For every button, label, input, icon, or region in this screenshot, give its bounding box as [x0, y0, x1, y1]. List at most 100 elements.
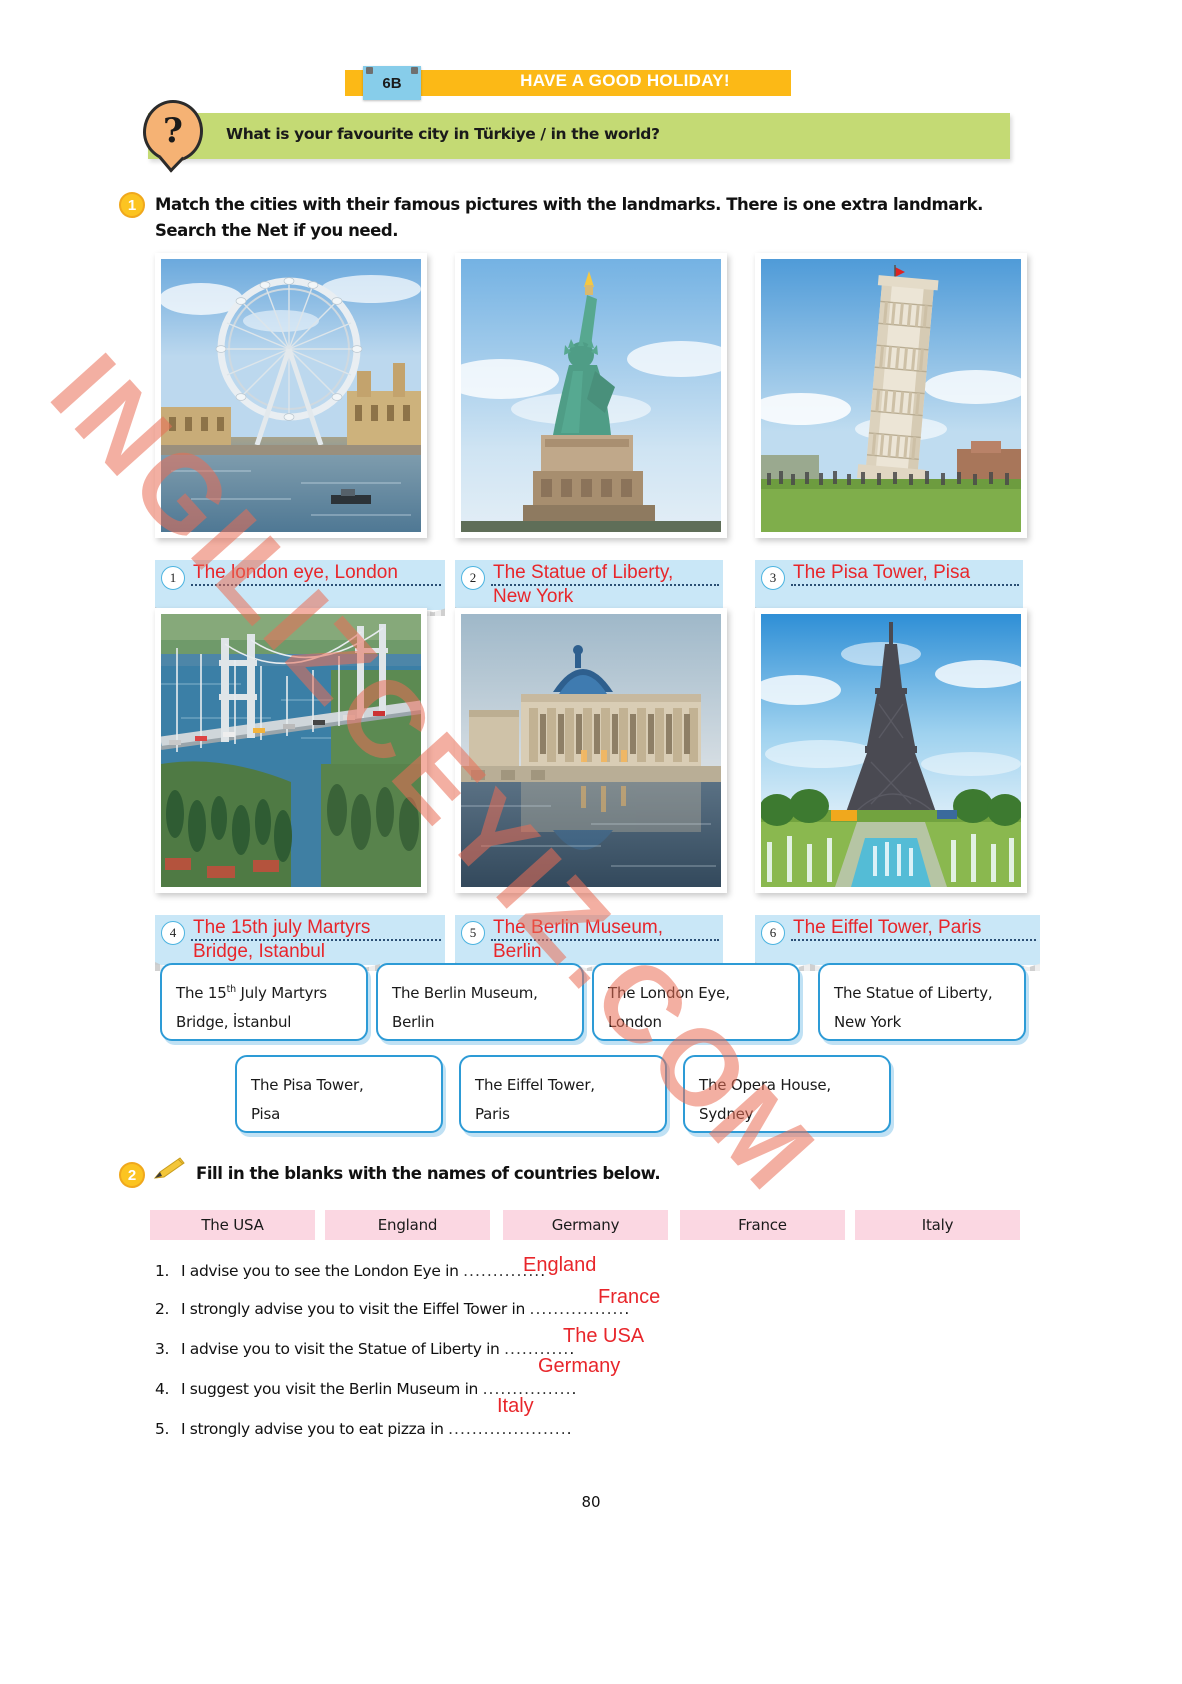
word-bank-line-1: The Berlin Museum,: [392, 984, 538, 1002]
handwritten-answer-4: Germany: [538, 1355, 621, 1377]
answer-number-2: 2: [461, 566, 485, 590]
country-chip-1[interactable]: The USA: [150, 1210, 315, 1240]
exercise-1-instruction-line2: Search the Net if you need.: [155, 220, 399, 240]
answer-strip-3[interactable]: 3 The Pisa Tower, Pisa: [755, 560, 1023, 616]
sentence-text-5: I strongly advise you to eat pizza in: [181, 1420, 444, 1438]
answer-text-2: The Statue of Liberty,: [493, 562, 674, 583]
workbook-page: 6B HAVE A GOOD HOLIDAY! What is your fav…: [0, 0, 1182, 1684]
answer-text-5b: Berlin: [493, 941, 542, 962]
word-bank-line-2: Sydney: [699, 1105, 754, 1124]
fill-blank-sentence-3: 3. I advise you to visit the Statue of Li…: [155, 1340, 574, 1358]
fill-blank-sentence-2: 2. I strongly advise you to visit the Eif…: [155, 1300, 629, 1318]
fill-blank-sentence-1: 1. I advise you to see the London Eye in …: [155, 1262, 545, 1280]
sentence-text-4: I suggest you visit the Berlin Museum in: [181, 1380, 479, 1398]
statue-of-liberty-photo: [461, 259, 721, 532]
answer-number-6: 6: [761, 921, 785, 945]
ordinal-suffix: th: [226, 984, 237, 995]
unit-header: 6B HAVE A GOOD HOLIDAY!: [345, 66, 791, 100]
answer-text-2b: New York: [493, 586, 574, 607]
answer-text-4: The 15th july Martyrs: [193, 917, 371, 938]
exercise-2-number: 2: [119, 1162, 145, 1188]
word-bank-line-1: The Statue of Liberty,: [834, 984, 993, 1002]
word-bank-line-2: Berlin: [392, 1013, 435, 1032]
exercise-1-number: 1: [119, 192, 145, 218]
word-bank-line-2: Paris: [475, 1105, 510, 1124]
sentence-index-3: 3.: [155, 1340, 170, 1358]
answer-number-4: 4: [161, 921, 185, 945]
photo-card-3: [755, 253, 1027, 538]
sentence-index-4: 4.: [155, 1380, 170, 1398]
word-bank-line-1: The Eiffel Tower,: [475, 1076, 595, 1094]
photo-card-6: [755, 608, 1027, 893]
word-bank-box-2[interactable]: The Berlin Museum, Berlin: [376, 963, 584, 1041]
word-bank-box-6[interactable]: The Eiffel Tower, Paris: [459, 1055, 667, 1133]
photo-card-5: [455, 608, 727, 893]
word-bank-box-3[interactable]: The London Eye, London: [592, 963, 800, 1041]
word-bank-box-1[interactable]: The 15th July Martyrs Bridge, İstanbul: [160, 963, 368, 1041]
exercise-2-instruction: Fill in the blanks with the names of cou…: [196, 1164, 661, 1183]
question-mark-icon: ?: [143, 100, 203, 162]
sentence-text-3: I advise you to visit the Statue of Libe…: [181, 1340, 500, 1358]
word-bank-line-1: The London Eye,: [608, 984, 730, 1002]
country-chip-2[interactable]: England: [325, 1210, 490, 1240]
word-bank-line-2: Bridge, İstanbul: [176, 1013, 292, 1032]
answer-strip-4[interactable]: 4 The 15th july Martyrs Bridge, Istanbul: [155, 915, 445, 971]
sentence-text-1: I advise you to see the London Eye in: [181, 1262, 459, 1280]
handwritten-answer-1: England: [523, 1254, 597, 1276]
sentence-index-1: 1.: [155, 1262, 170, 1280]
unit-code-label: 6B: [382, 74, 402, 92]
answer-strip-1[interactable]: 1 The london eye, London: [155, 560, 445, 616]
fill-blank-sentence-5: 5. I strongly advise you to eat pizza in …: [155, 1420, 572, 1438]
unit-title: HAVE A GOOD HOLIDAY!: [520, 71, 730, 90]
word-bank-line-2: Pisa: [251, 1105, 281, 1124]
answer-text-6: The Eiffel Tower, Paris: [793, 917, 982, 938]
country-chip-3[interactable]: Germany: [503, 1210, 668, 1240]
word-bank-text: The 15: [176, 984, 227, 1002]
answer-text-1: The london eye, London: [193, 562, 398, 583]
word-bank-line-2: London: [608, 1013, 662, 1032]
word-bank-box-7[interactable]: The Opera House, Sydney: [683, 1055, 891, 1133]
sentence-end-4: .: [571, 1380, 577, 1398]
sentence-index-5: 5.: [155, 1420, 170, 1438]
sentence-text-2: I strongly advise you to visit the Eiffe…: [181, 1300, 525, 1318]
answer-number-3: 3: [761, 566, 785, 590]
sentence-end-5: .: [566, 1420, 572, 1438]
answer-strip-6[interactable]: 6 The Eiffel Tower, Paris: [755, 915, 1040, 971]
warmup-question-text: What is your favourite city in Türkiye /…: [226, 125, 660, 143]
word-bank-box-4[interactable]: The Statue of Liberty, New York: [818, 963, 1026, 1041]
blank-dots-5[interactable]: ....................: [448, 1420, 567, 1438]
berlin-museum-photo: [461, 614, 721, 887]
answer-number-1: 1: [161, 566, 185, 590]
answer-text-5: The Berlin Museum,: [493, 917, 664, 938]
word-bank-line-1: The 15th July Martyrs: [176, 979, 352, 1008]
answer-text-4b: Bridge, Istanbul: [193, 941, 326, 962]
answer-text-3: The Pisa Tower, Pisa: [793, 562, 971, 583]
answer-strip-2[interactable]: 2 The Statue of Liberty, New York: [455, 560, 723, 616]
word-bank-box-5[interactable]: The Pisa Tower, Pisa: [235, 1055, 443, 1133]
exercise-1-instruction-line1: Match the cities with their famous pictu…: [155, 195, 983, 214]
photo-card-2: [455, 253, 727, 538]
photo-card-1: [155, 253, 427, 538]
bosphorus-bridge-photo: [161, 614, 421, 887]
photo-card-4: [155, 608, 427, 893]
answer-strip-5[interactable]: 5 The Berlin Museum, Berlin: [455, 915, 723, 971]
country-chip-4[interactable]: France: [680, 1210, 845, 1240]
handwritten-answer-2: France: [598, 1286, 661, 1308]
unit-code-tab: 6B: [363, 66, 421, 100]
handwritten-answer-5: Italy: [497, 1395, 534, 1417]
word-bank-line-2: New York: [834, 1013, 902, 1032]
warmup-question-banner: What is your favourite city in Türkiye /…: [148, 113, 1010, 159]
pisa-tower-photo: [761, 259, 1021, 532]
answer-number-5: 5: [461, 921, 485, 945]
word-bank-line-1: The Opera House,: [699, 1076, 831, 1094]
sentence-index-2: 2.: [155, 1300, 170, 1318]
word-bank-line-1: The Pisa Tower,: [251, 1076, 364, 1094]
handwritten-answer-3: The USA: [563, 1325, 645, 1347]
page-number: 80: [581, 1493, 601, 1511]
pencil-icon: [152, 1156, 186, 1182]
country-chip-5[interactable]: Italy: [855, 1210, 1020, 1240]
word-bank-text-post: July Martyrs: [235, 984, 327, 1002]
exercise-1-instruction: Match the cities with their famous pictu…: [155, 192, 1025, 243]
london-eye-photo: [161, 259, 421, 532]
eiffel-tower-photo: [761, 614, 1021, 887]
